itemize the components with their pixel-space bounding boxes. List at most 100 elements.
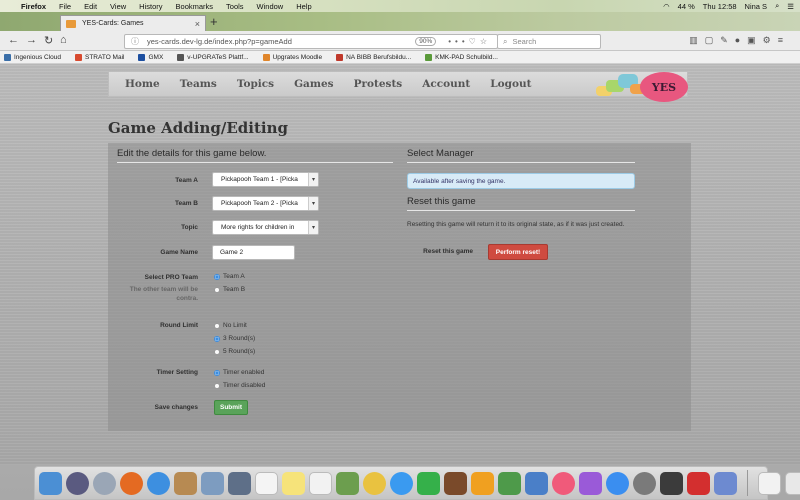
downloads-icon[interactable]: [785, 471, 800, 495]
timer-label: Timer Setting: [156, 369, 198, 376]
bookmark-item[interactable]: NA BIBB Berufsbildu...: [336, 53, 411, 61]
facetime-icon[interactable]: [417, 471, 440, 495]
photo-booth-icon[interactable]: [444, 471, 467, 495]
search-input[interactable]: ⌕ Search: [497, 34, 601, 49]
messages-icon[interactable]: [390, 471, 413, 495]
bookmark-icon: [177, 53, 185, 61]
info-icon[interactable]: ⓘ: [131, 36, 139, 47]
radio-no-limit[interactable]: No Limit: [214, 322, 247, 329]
nav-games[interactable]: Games: [294, 78, 333, 90]
radio-dot: [214, 382, 220, 389]
radio-timer-enabled[interactable]: Timer enabled: [214, 369, 264, 376]
radio-timer-disabled[interactable]: Timer disabled: [214, 382, 265, 389]
toolbar-icons[interactable]: ▥▢✎●▣⚙≡: [689, 35, 790, 46]
menu-bookmarks[interactable]: Bookmarks: [176, 2, 214, 11]
team-a-select[interactable]: Pickapooh Team 1 - [Picka ▾: [212, 172, 319, 187]
tab-title: YES-Cards: Games: [82, 20, 144, 27]
contacts-icon[interactable]: [174, 471, 197, 495]
menu-tools[interactable]: Tools: [226, 2, 244, 11]
zoom-level[interactable]: 90%: [415, 37, 437, 46]
notes-icon[interactable]: [282, 471, 305, 495]
save-changes-label: Save changes: [154, 404, 198, 411]
launchpad-icon[interactable]: [93, 471, 116, 495]
close-icon[interactable]: ×: [195, 19, 200, 29]
clock[interactable]: Thu 12:58: [703, 2, 737, 11]
nav-home[interactable]: Home: [125, 78, 160, 90]
chevron-down-icon: ▾: [308, 221, 318, 234]
wifi-icon[interactable]: ◠: [663, 2, 670, 11]
section-title-reset: Reset this game: [407, 196, 635, 211]
search-icon[interactable]: ⌕: [775, 1, 779, 11]
reset-description: Resetting this game will return it to it…: [407, 221, 625, 228]
siri-icon[interactable]: [66, 471, 89, 495]
manager-notice: Available after saving the game.: [407, 173, 635, 189]
menu-history[interactable]: History: [139, 2, 162, 11]
photos-icon[interactable]: [363, 471, 386, 495]
nav-teams[interactable]: Teams: [180, 78, 217, 90]
favicon-icon: [66, 19, 76, 28]
radio-3-rounds[interactable]: 3 Round(s): [214, 335, 255, 342]
bookmark-item[interactable]: GMX: [138, 53, 163, 61]
finder-icon[interactable]: [39, 471, 62, 495]
menu-file[interactable]: File: [59, 2, 71, 11]
app-store-icon[interactable]: [606, 471, 629, 495]
tab-active[interactable]: YES-Cards: Games ×: [60, 15, 206, 31]
menu-view[interactable]: View: [110, 2, 126, 11]
back-icon[interactable]: ←: [8, 34, 19, 46]
battery-text[interactable]: 44 %: [678, 2, 695, 11]
round-limit-label: Round Limit: [160, 322, 198, 329]
preview-icon[interactable]: [228, 471, 251, 495]
terminal-icon[interactable]: [660, 471, 683, 495]
submit-button[interactable]: Submit: [214, 400, 248, 415]
menu-edit[interactable]: Edit: [84, 2, 97, 11]
maps-icon[interactable]: [336, 471, 359, 495]
nav-account[interactable]: Account: [422, 78, 470, 90]
chevron-down-icon: ▾: [308, 173, 318, 186]
url-text[interactable]: yes-cards.dev-lg.de/index.php?p=gameAdd: [147, 37, 415, 46]
bookmark-item[interactable]: Ingenious Cloud: [4, 53, 61, 61]
forward-icon[interactable]: →: [26, 34, 37, 46]
yes-logo[interactable]: YES: [592, 68, 692, 104]
radio-team-b[interactable]: Team B: [214, 286, 245, 293]
nav-topics[interactable]: Topics: [237, 78, 274, 90]
radio-5-rounds[interactable]: 5 Round(s): [214, 348, 255, 355]
team-b-value: Pickapooh Team 2 - [Picka: [221, 200, 298, 207]
team-b-label: Team B: [175, 200, 198, 207]
document-icon[interactable]: [758, 471, 781, 495]
itunes-icon[interactable]: [552, 471, 575, 495]
nav-protests[interactable]: Protests: [354, 78, 403, 90]
reload-icon[interactable]: ↻: [44, 34, 53, 47]
menu-firefox[interactable]: Firefox: [21, 2, 46, 11]
menu-icon[interactable]: ☰: [787, 2, 794, 11]
bookmark-item[interactable]: Upgrates Moodle: [262, 53, 322, 61]
numbers-icon[interactable]: [498, 471, 521, 495]
topic-label: Topic: [181, 224, 198, 231]
ibooks-icon[interactable]: [579, 471, 602, 495]
bookmark-item[interactable]: v-UPGRATeS Plattf...: [177, 53, 249, 61]
user-name[interactable]: Nina S: [745, 2, 768, 11]
pages-icon[interactable]: [471, 471, 494, 495]
topic-select[interactable]: More rights for children in ▾: [212, 220, 319, 235]
url-bar[interactable]: ⓘ yes-cards.dev-lg.de/index.php?p=gameAd…: [124, 34, 498, 49]
radio-team-a[interactable]: Team A: [214, 273, 245, 280]
perform-reset-button[interactable]: Perform reset!: [488, 244, 548, 260]
reminders-icon[interactable]: [309, 471, 332, 495]
safari-icon[interactable]: [147, 471, 170, 495]
game-name-field[interactable]: Game 2: [212, 245, 295, 260]
bookmark-item[interactable]: KMK-PAD Schulbild...: [425, 53, 498, 61]
new-tab-icon[interactable]: +: [210, 14, 218, 29]
mail-icon[interactable]: [201, 471, 224, 495]
keynote-icon[interactable]: [525, 471, 548, 495]
calendar-icon[interactable]: [255, 471, 278, 495]
system-preferences-icon[interactable]: [633, 471, 656, 495]
bookmark-item[interactable]: STRATO Mail: [74, 53, 124, 61]
acrobat-icon[interactable]: [687, 471, 710, 495]
nav-logout[interactable]: Logout: [490, 78, 531, 90]
home-icon[interactable]: ⌂: [60, 34, 67, 46]
firefox-icon[interactable]: [120, 471, 143, 495]
page-actions-icon[interactable]: •••♡☆: [448, 37, 491, 46]
team-b-select[interactable]: Pickapooh Team 2 - [Picka ▾: [212, 196, 319, 211]
menu-window[interactable]: Window: [257, 2, 284, 11]
word-icon[interactable]: [714, 471, 737, 495]
menu-help[interactable]: Help: [296, 2, 311, 11]
